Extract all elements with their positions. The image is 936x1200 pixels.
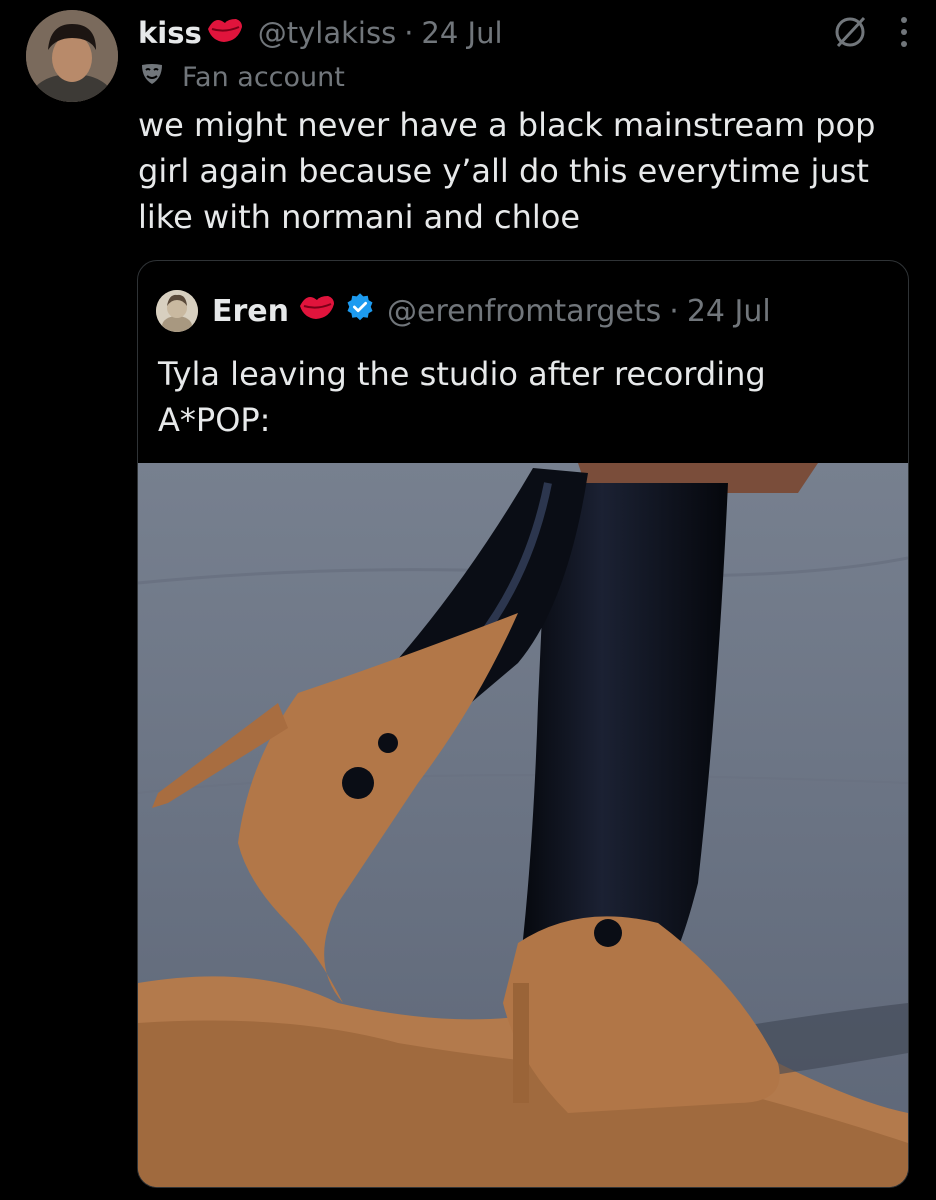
quoted-author-display-name[interactable]: Eren bbox=[212, 294, 289, 329]
tweet-date[interactable]: 24 Jul bbox=[421, 16, 502, 50]
more-options-icon[interactable] bbox=[898, 10, 910, 58]
quoted-tweet-header: Eren @erenfromtargets · 24 Jul bbox=[156, 283, 771, 339]
quoted-tweet-date[interactable]: 24 Jul bbox=[687, 294, 771, 329]
quoted-author-handle[interactable]: @erenfromtargets bbox=[387, 294, 661, 329]
author-avatar[interactable] bbox=[26, 10, 118, 102]
quoted-tweet-image[interactable] bbox=[138, 463, 908, 1187]
quoted-tweet-text: Tyla leaving the studio after recording … bbox=[158, 355, 766, 439]
grok-icon[interactable] bbox=[828, 10, 872, 58]
quoted-author-avatar[interactable] bbox=[156, 290, 198, 332]
lips-emoji-icon bbox=[206, 15, 244, 52]
author-handle[interactable]: @tylakiss bbox=[258, 16, 396, 50]
verified-badge-icon[interactable] bbox=[345, 292, 375, 330]
account-label-text: Fan account bbox=[182, 61, 345, 93]
tweet-header: kiss @tylakiss · 24 Jul bbox=[138, 10, 906, 56]
separator-dot: · bbox=[404, 16, 414, 50]
mask-icon bbox=[140, 62, 164, 93]
account-label: Fan account bbox=[140, 58, 345, 96]
lips-emoji-icon bbox=[297, 292, 337, 330]
tweet-text: we might never have a black mainstream p… bbox=[138, 106, 876, 236]
author-display-name[interactable]: kiss bbox=[138, 16, 202, 50]
quoted-tweet[interactable]: Eren @erenfromtargets · 24 Jul Tyla leav… bbox=[137, 260, 909, 1188]
separator-dot: · bbox=[669, 293, 679, 329]
